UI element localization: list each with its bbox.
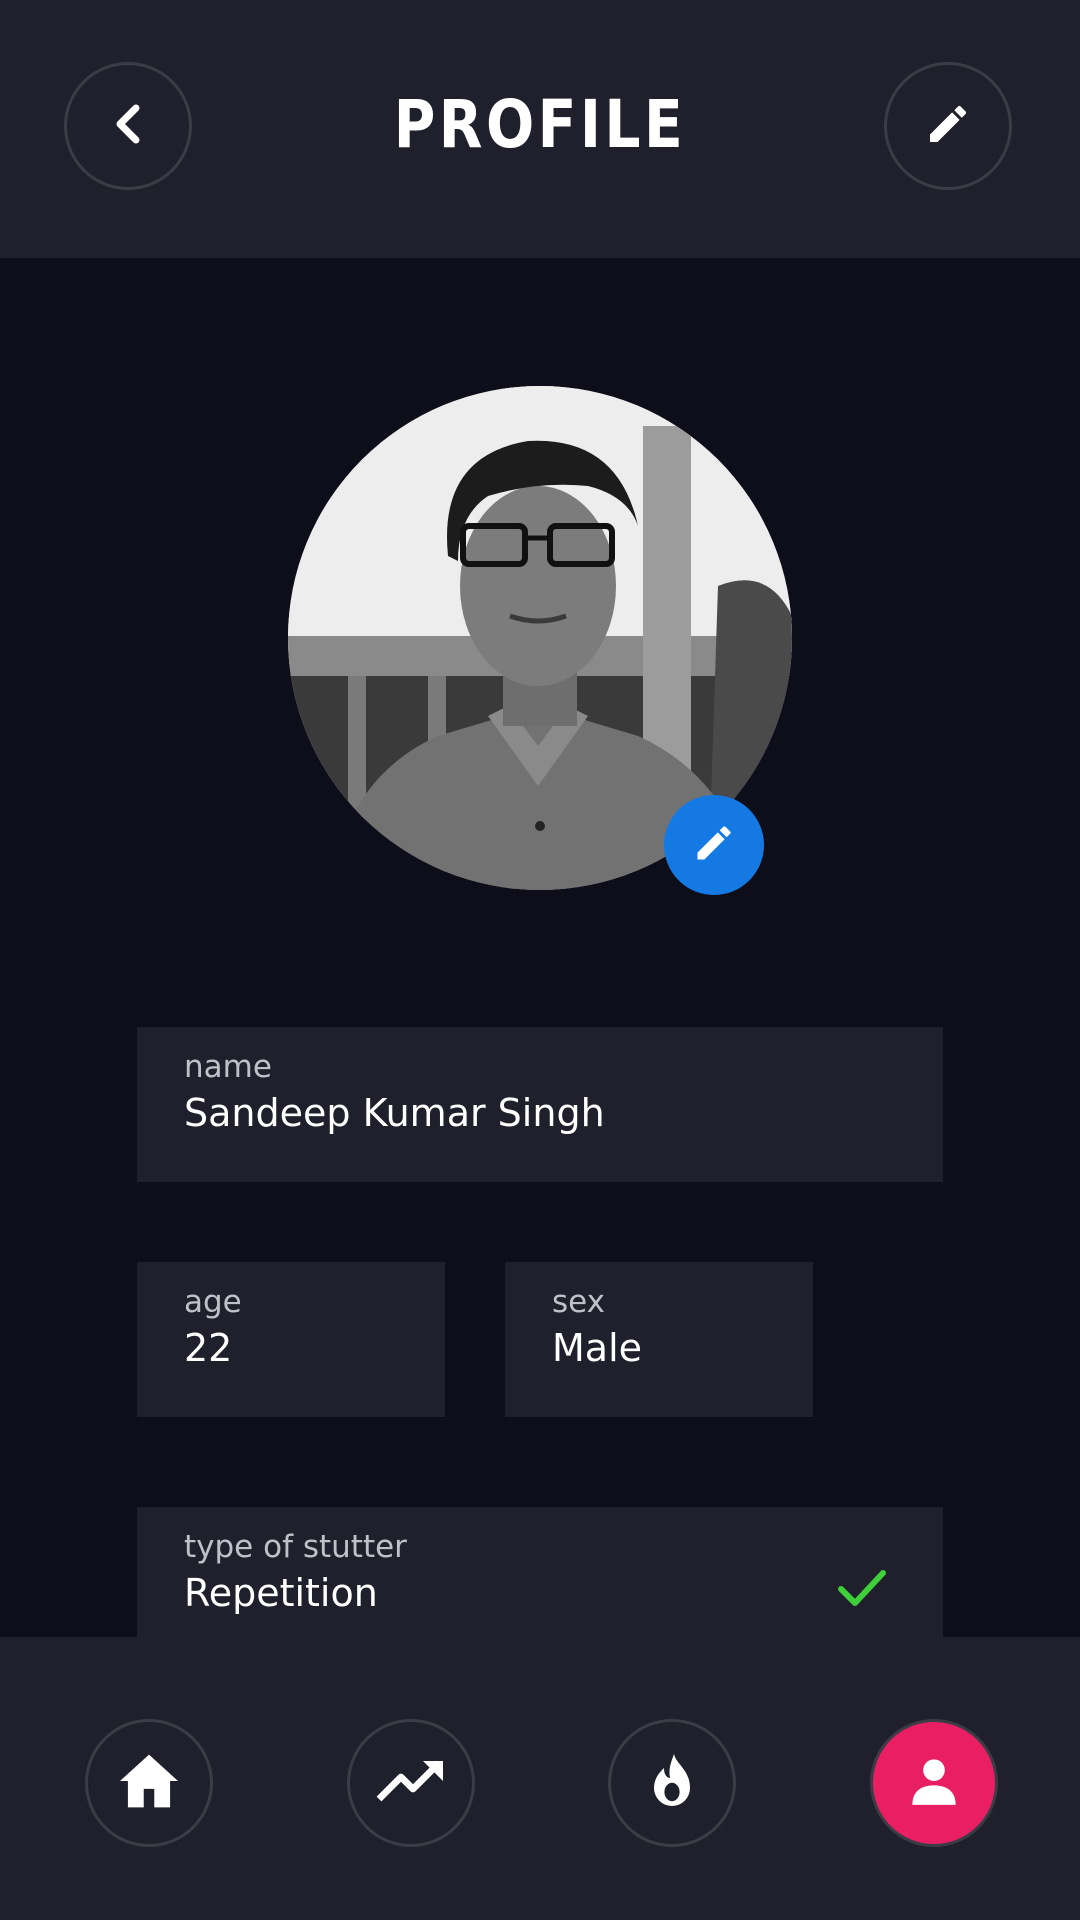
edit-profile-button[interactable] [884,62,1012,190]
page-title: PROFILE [393,86,687,163]
nav-progress-button[interactable] [347,1719,475,1847]
age-field[interactable]: age 22 [137,1262,445,1417]
trending-up-icon [375,1757,447,1809]
nav-profile-button[interactable] [870,1719,998,1847]
stutter-type-value: Repetition [184,1571,378,1615]
name-value: Sandeep Kumar Singh [184,1091,605,1135]
stutter-type-label: type of stutter [184,1529,407,1565]
sex-field[interactable]: sex Male [505,1262,813,1417]
profile-screen: PROFILE name Sandeep Kumar Singh age 22 … [0,0,1080,1920]
name-field[interactable]: name Sandeep Kumar Singh [137,1027,943,1182]
flame-icon [650,1752,694,1814]
name-label: name [184,1049,272,1085]
stutter-type-field[interactable]: type of stutter Repetition [137,1507,943,1642]
check-icon [837,1567,887,1613]
nav-streak-button[interactable] [608,1719,736,1847]
nav-home-button[interactable] [85,1719,213,1847]
sex-value: Male [552,1326,643,1370]
person-icon [908,1755,960,1811]
sex-label: sex [552,1284,606,1320]
bottom-nav [0,1637,1080,1920]
header: PROFILE [0,0,1080,258]
pencil-icon [692,821,736,869]
home-icon [117,1752,181,1814]
age-value: 22 [184,1326,233,1370]
change-photo-button[interactable] [664,795,764,895]
pencil-icon [924,100,972,152]
age-label: age [184,1284,242,1320]
